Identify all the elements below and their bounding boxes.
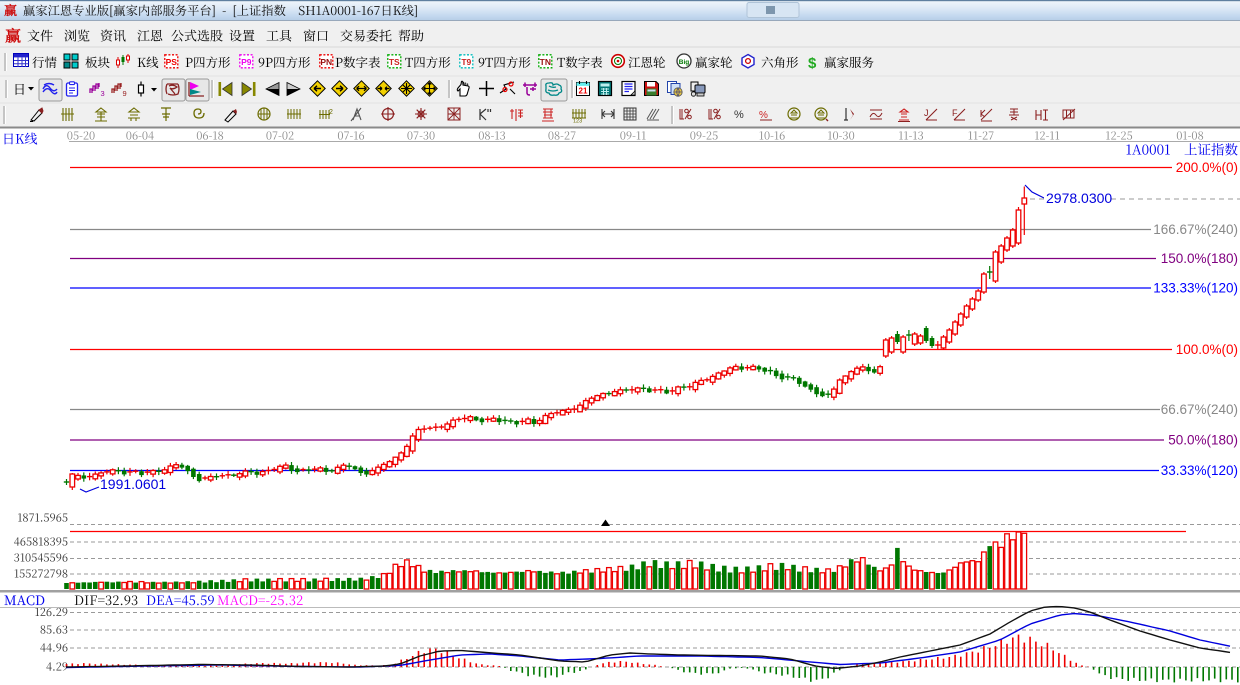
svg-text:TS: TS — [389, 57, 400, 67]
svg-text:$: $ — [808, 55, 817, 72]
svg-text:21: 21 — [579, 87, 588, 96]
svg-text:%: % — [759, 110, 768, 121]
svg-text:PS: PS — [166, 57, 178, 67]
svg-text:9: 9 — [123, 89, 127, 98]
svg-text:2: 2 — [329, 109, 333, 116]
svg-text:Big: Big — [679, 59, 690, 66]
svg-text:TN: TN — [540, 57, 551, 67]
svg-text:123: 123 — [573, 119, 582, 125]
svg-text:100.0%(0): 100.0%(0) — [1176, 342, 1238, 357]
svg-text:150.0%(180): 150.0%(180) — [1161, 251, 1238, 266]
svg-text:J: J — [924, 108, 929, 118]
svg-text:133.33%(120): 133.33%(120) — [1153, 281, 1238, 296]
svg-text:T9: T9 — [461, 57, 471, 67]
svg-text:1991.0601: 1991.0601 — [100, 476, 166, 492]
svg-text:66.67%(240): 66.67%(240) — [1161, 402, 1238, 417]
svg-text:3: 3 — [101, 89, 105, 98]
svg-text:33.33%(120): 33.33%(120) — [1161, 463, 1238, 478]
svg-text:%: % — [734, 109, 744, 121]
svg-text:P9: P9 — [241, 57, 252, 67]
svg-text:50.0%(180): 50.0%(180) — [1168, 433, 1238, 448]
svg-text:166.67%(240): 166.67%(240) — [1153, 222, 1238, 237]
svg-text:200.0%(0): 200.0%(0) — [1176, 160, 1238, 175]
svg-text:2978.0300: 2978.0300 — [1046, 190, 1112, 206]
svg-text:PN: PN — [320, 57, 332, 67]
